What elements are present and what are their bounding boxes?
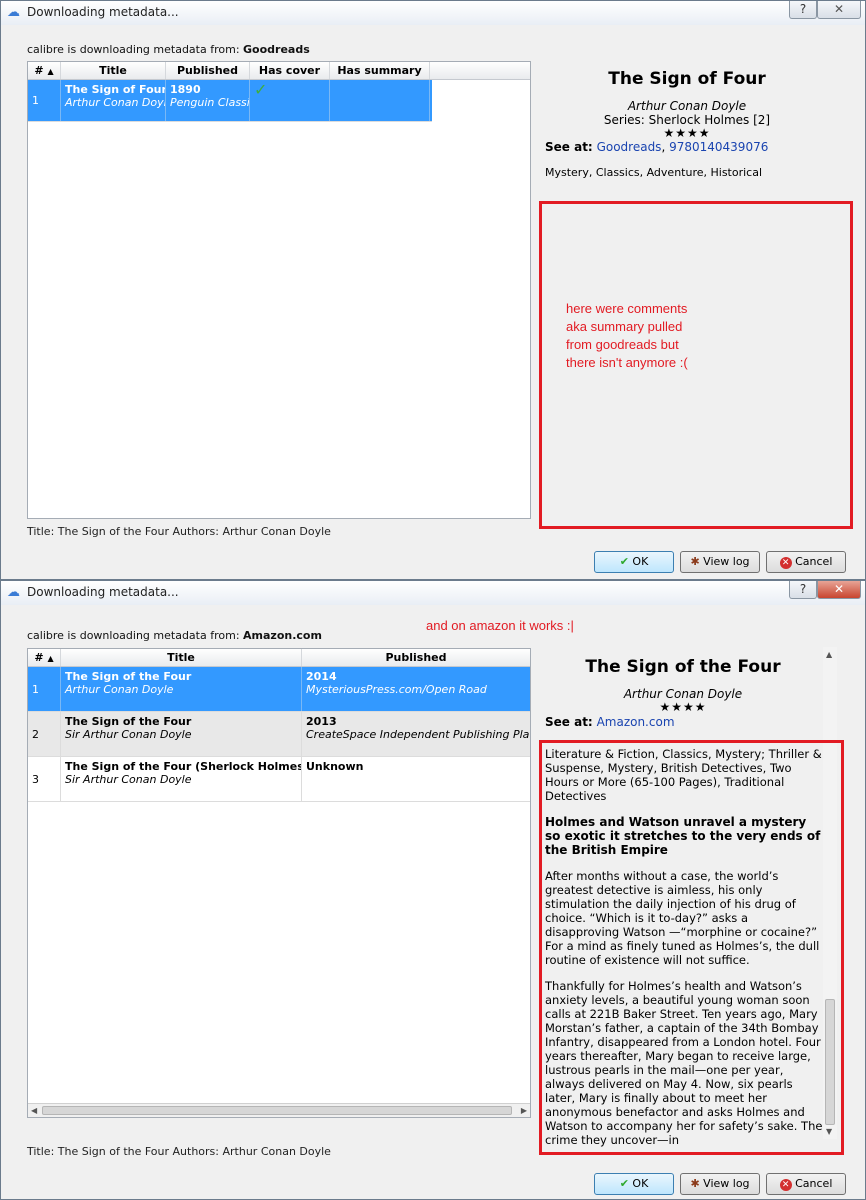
row-published-cell: 2014 MysteriousPress.com/Open Road [306, 670, 487, 696]
help-button[interactable]: ? [789, 1, 817, 19]
row-number: 1 [28, 80, 61, 121]
column-header-published[interactable]: Published [302, 649, 530, 666]
sort-up-icon: ▲ [47, 67, 54, 76]
detail-series: Series: Sherlock Holmes [2] [603, 113, 771, 127]
scroll-up-icon: ▲ [826, 650, 833, 659]
detail-title: The Sign of Four [608, 69, 766, 89]
table-header: # ▲ Title Published Has cover Has summar… [28, 62, 530, 80]
check-icon: ✓ [254, 80, 268, 99]
book-author: Arthur Conan Doyle [65, 96, 166, 109]
link-isbn[interactable]: 9780140439076 [669, 140, 768, 154]
view-log-button[interactable]: ✱ View log [680, 551, 760, 573]
bug-icon: ✱ [690, 1177, 700, 1190]
cancel-button[interactable]: ✕ Cancel [766, 551, 846, 573]
cancel-button[interactable]: ✕ Cancel [766, 1173, 846, 1195]
summary-paragraph: Thankfully for Holmes’s health and Watso… [545, 979, 823, 1147]
column-header-number[interactable]: # ▲ [28, 62, 61, 79]
cloud-download-icon: ☁ [7, 585, 20, 600]
table-row[interactable]: 1 The Sign of the Four Arthur Conan Doyl… [28, 667, 530, 712]
column-header-published[interactable]: Published [166, 62, 250, 79]
column-header-title[interactable]: Title [61, 62, 166, 79]
row-number: 2 [28, 712, 61, 756]
view-log-button[interactable]: ✱ View log [680, 1173, 760, 1195]
close-button[interactable]: ✕ [817, 1, 861, 19]
row-number: 3 [28, 757, 61, 801]
details-panel: The Sign of Four Arthur Conan Doyle Seri… [545, 69, 829, 179]
results-table[interactable]: # ▲ Title Published 1 The Sign of the Fo… [27, 648, 531, 1118]
table-header: # ▲ Title Published [28, 649, 530, 667]
row-title-cell: The Sign of the Four Sir Arthur Conan Do… [61, 712, 302, 756]
metadata-window-goodreads: ☁ Downloading metadata... ? ✕ calibre is… [0, 0, 866, 580]
scroll-thumb[interactable] [42, 1106, 512, 1115]
column-header-title[interactable]: Title [61, 649, 302, 666]
window-title: Downloading metadata... [27, 5, 179, 19]
help-button[interactable]: ? [789, 581, 817, 599]
rating-stars: ★★★★ [659, 700, 707, 714]
source-prefix: calibre is downloading metadata from: [27, 629, 240, 642]
source-prefix: calibre is downloading metadata from: [27, 43, 240, 56]
sort-up-icon: ▲ [47, 654, 54, 663]
title-bar: ☁ Downloading metadata... ? ✕ [1, 1, 865, 25]
link-amazon[interactable]: Amazon.com [597, 715, 675, 729]
details-panel: The Sign of the Four Arthur Conan Doyle … [545, 657, 821, 729]
status-line: Title: The Sign of the Four Authors: Art… [27, 1145, 331, 1158]
scroll-right-icon: ▶ [520, 1106, 527, 1115]
detail-title: The Sign of the Four [585, 657, 781, 677]
source-name: Amazon.com [243, 629, 322, 642]
row-number: 1 [28, 667, 61, 711]
detail-tags: Mystery, Classics, Adventure, Historical [545, 166, 763, 179]
source-name: Goodreads [243, 43, 310, 56]
title-bar: ☁ Downloading metadata... ? ✕ [1, 581, 865, 605]
window-title: Downloading metadata... [27, 585, 179, 599]
annotation-box: Literature & Fiction, Classics, Mystery;… [539, 740, 844, 1155]
annotation-box: here were comments aka summary pulled fr… [539, 201, 853, 529]
row-published-cell: 2013 CreateSpace Independent Publishing … [306, 715, 530, 741]
column-header-number[interactable]: # ▲ [28, 649, 61, 666]
metadata-window-amazon: ☁ Downloading metadata... ? ✕ and on ama… [0, 580, 866, 1200]
row-published-cell: Unknown [306, 760, 364, 773]
row-cover-cell: ✓ [250, 80, 330, 121]
link-goodreads[interactable]: Goodreads [597, 140, 662, 154]
see-at-line: See at: Goodreads, 9780140439076 [545, 140, 769, 154]
cancel-icon: ✕ [779, 557, 792, 569]
column-header-has-summary[interactable]: Has summary [330, 62, 430, 79]
results-table[interactable]: # ▲ Title Published Has cover Has summar… [27, 61, 531, 519]
row-title-cell: The Sign of the Four (Sherlock Holmes Bo… [61, 757, 302, 801]
detail-tags: Literature & Fiction, Classics, Mystery;… [545, 747, 822, 803]
publisher: Penguin Classics [170, 96, 250, 109]
cloud-download-icon: ☁ [7, 5, 20, 20]
horizontal-scrollbar[interactable]: ◀ ▶ [28, 1103, 530, 1117]
status-line: Title: The Sign of the Four Authors: Art… [27, 525, 331, 538]
table-row[interactable]: 1 The Sign of Four Arthur Conan Doyle 18… [28, 80, 432, 122]
table-row[interactable]: 2 The Sign of the Four Sir Arthur Conan … [28, 712, 530, 757]
ok-button[interactable]: ✔ OK [594, 1173, 674, 1195]
check-icon: ✔ [619, 1177, 629, 1190]
scroll-left-icon: ◀ [31, 1106, 38, 1115]
close-button[interactable]: ✕ [817, 581, 861, 599]
detail-author: Arthur Conan Doyle [623, 687, 743, 701]
see-at-line: See at: Amazon.com [545, 715, 675, 729]
summary-paragraph: After months without a case, the world’s… [545, 869, 820, 967]
cancel-icon: ✕ [779, 1179, 792, 1191]
row-title-cell: The Sign of Four Arthur Conan Doyle [61, 80, 166, 121]
annotation-text: and on amazon it works :| [426, 618, 574, 633]
ok-button[interactable]: ✔ OK [594, 551, 674, 573]
row-published-cell: 1890 Penguin Classics [166, 80, 250, 121]
detail-author: Arthur Conan Doyle [627, 99, 747, 113]
annotation-text: here were comments aka summary pulled fr… [566, 301, 688, 370]
table-row[interactable]: 3 The Sign of the Four (Sherlock Holmes … [28, 757, 530, 802]
bug-icon: ✱ [690, 555, 700, 568]
source-line: calibre is downloading metadata from: Am… [27, 629, 322, 642]
check-icon: ✔ [619, 555, 629, 568]
pub-year: 1890 [170, 83, 201, 96]
row-summary-cell [330, 80, 430, 121]
column-header-has-cover[interactable]: Has cover [250, 62, 330, 79]
summary-content: Literature & Fiction, Classics, Mystery;… [545, 747, 823, 1159]
source-line: calibre is downloading metadata from: Go… [27, 43, 310, 56]
summary-headline: Holmes and Watson unravel a mystery so e… [545, 815, 821, 857]
rating-stars: ★★★★ [663, 126, 711, 140]
book-title: The Sign of Four [65, 83, 166, 96]
row-title-cell: The Sign of the Four Arthur Conan Doyle [61, 667, 302, 711]
